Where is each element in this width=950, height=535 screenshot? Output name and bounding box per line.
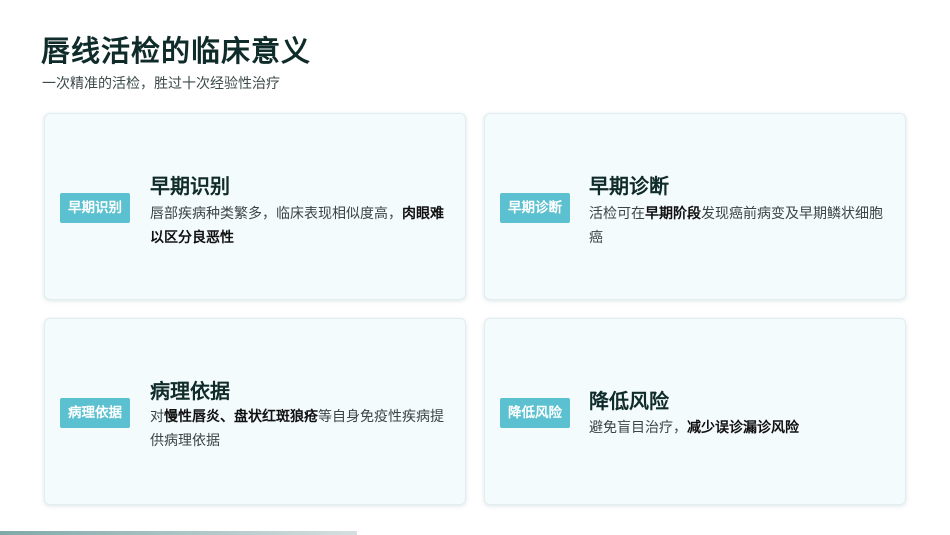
page-subtitle: 一次精准的活检，胜过十次经验性治疗 — [42, 76, 280, 92]
card-description-text: 活检可在 — [589, 206, 645, 222]
card-reduce-risk: 降低风险 降低风险 避免盲目治疗，减少误诊漏诊风险 — [484, 318, 906, 505]
slide: 唇线活检的临床意义 一次精准的活检，胜过十次经验性治疗 早期识别 早期识别 唇部… — [0, 0, 950, 535]
card-description: 对慢性唇炎、盘状红斑狼疮等自身免疫性疾病提供病理依据 — [150, 405, 450, 453]
card-pathology-basis: 病理依据 病理依据 对慢性唇炎、盘状红斑狼疮等自身免疫性疾病提供病理依据 — [44, 318, 466, 505]
card-title: 病理依据 — [150, 379, 230, 403]
card-description: 活检可在早期阶段发现癌前病变及早期鳞状细胞癌 — [589, 202, 889, 250]
page-title: 唇线活检的临床意义 — [41, 34, 312, 68]
card-tag: 降低风险 — [500, 398, 570, 428]
decorative-bar — [0, 531, 357, 535]
card-description-emphasis: 早期阶段 — [645, 206, 701, 222]
card-title: 早期诊断 — [589, 174, 669, 198]
card-title: 降低风险 — [589, 389, 669, 413]
card-description-text: 唇部疾病种类繁多，临床表现相似度高， — [150, 206, 402, 222]
card-title: 早期识别 — [150, 174, 230, 198]
card-early-identification: 早期识别 早期识别 唇部疾病种类繁多，临床表现相似度高，肉眼难以区分良恶性 — [44, 113, 466, 300]
card-tag: 早期识别 — [60, 193, 130, 223]
card-description-text: 避免盲目治疗， — [589, 420, 687, 436]
card-description: 唇部疾病种类繁多，临床表现相似度高，肉眼难以区分良恶性 — [150, 202, 450, 250]
card-description-text: 对 — [150, 409, 164, 425]
card-tag: 早期诊断 — [500, 193, 570, 223]
card-description-emphasis: 减少误诊漏诊风险 — [687, 420, 799, 436]
card-early-diagnosis: 早期诊断 早期诊断 活检可在早期阶段发现癌前病变及早期鳞状细胞癌 — [484, 113, 906, 300]
card-description: 避免盲目治疗，减少误诊漏诊风险 — [589, 416, 889, 440]
card-description-emphasis: 慢性唇炎、盘状红斑狼疮 — [164, 409, 318, 425]
card-tag: 病理依据 — [60, 398, 130, 428]
